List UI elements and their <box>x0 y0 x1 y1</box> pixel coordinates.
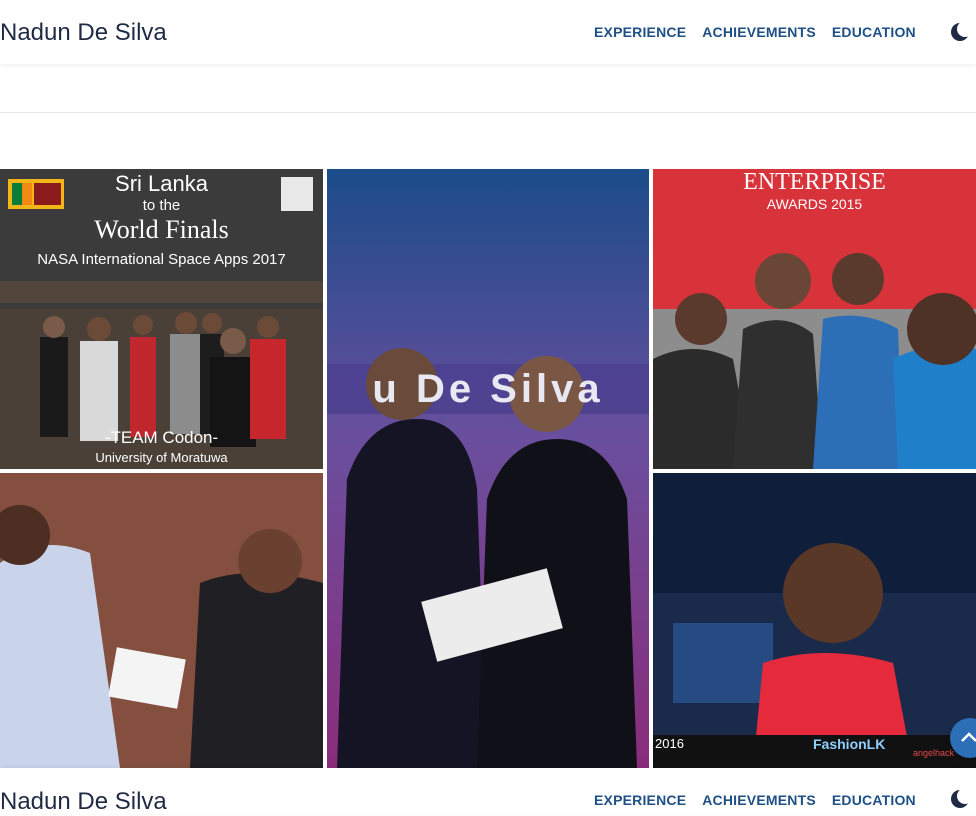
section-divider <box>0 112 976 113</box>
poster-university: University of Moratuwa <box>95 450 228 465</box>
moon-icon[interactable] <box>950 21 973 42</box>
nav-links-bottom: EXPERIENCE ACHIEVEMENTS EDUCATION <box>594 792 932 808</box>
gallery-image-space-apps[interactable]: Sri Lanka to the World Finals NASA Inter… <box>0 169 323 469</box>
poster-headline: Sri Lanka <box>115 171 208 196</box>
site-brand-bottom[interactable]: Nadun De Silva <box>0 788 167 816</box>
chevron-up-icon <box>961 732 976 742</box>
poster-sub: to the <box>142 197 181 214</box>
enterprise-banner-sub: AWARDS 2015 <box>766 196 863 212</box>
achievements-gallery: Sri Lanka to the World Finals NASA Inter… <box>0 169 976 768</box>
stage-banner: u De Silva <box>372 367 604 411</box>
poster-event: NASA International Space Apps 2017 <box>37 251 286 268</box>
angelhack-sponsor: angelhack <box>913 748 955 758</box>
nav-link-achievements-bottom[interactable]: ACHIEVEMENTS <box>702 792 816 808</box>
enterprise-banner: ENTERPRISE <box>743 169 886 195</box>
top-navbar: Nadun De Silva EXPERIENCE ACHIEVEMENTS E… <box>0 0 976 64</box>
fashionlk-brand: FashionLK <box>813 736 886 752</box>
nav-link-education-bottom[interactable]: EDUCATION <box>832 792 916 808</box>
bottom-navbar: Nadun De Silva EXPERIENCE ACHIEVEMENTS E… <box>0 768 976 816</box>
nav-link-experience[interactable]: EXPERIENCE <box>594 24 686 40</box>
poster-title: World Finals <box>94 215 229 244</box>
gallery-image-stage-award[interactable]: u De Silva <box>327 169 649 768</box>
nav-link-education[interactable]: EDUCATION <box>832 24 916 40</box>
angelhack-caption: 2016 <box>655 736 684 751</box>
gallery-image-certificate[interactable] <box>0 473 323 768</box>
nav-links: EXPERIENCE ACHIEVEMENTS EDUCATION <box>594 24 932 40</box>
gallery-image-enterprise-awards[interactable]: ENTERPRISE AWARDS 2015 <box>653 169 976 469</box>
site-brand[interactable]: Nadun De Silva <box>0 19 167 47</box>
nav-link-achievements[interactable]: ACHIEVEMENTS <box>702 24 816 40</box>
nav-link-experience-bottom[interactable]: EXPERIENCE <box>594 792 686 808</box>
poster-team: -TEAM Codon- <box>104 428 219 447</box>
gallery-image-angelhack[interactable]: 2016 FashionLK angelhack <box>653 473 976 768</box>
moon-icon[interactable] <box>950 788 973 809</box>
